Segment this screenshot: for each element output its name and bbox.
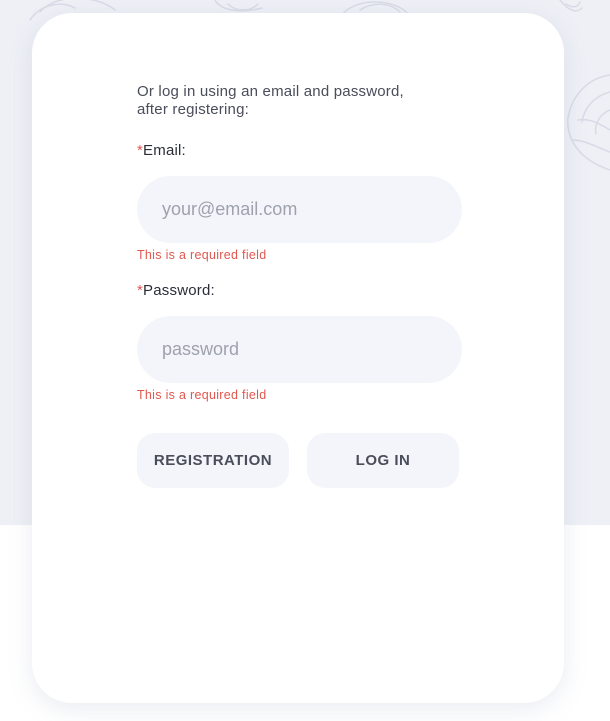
login-card: Or log in using an email and password, a…	[32, 13, 564, 703]
email-error-message: This is a required field	[137, 248, 267, 262]
password-input[interactable]	[137, 316, 462, 383]
password-label-text: Password:	[143, 282, 215, 299]
login-intro-text: Or log in using an email and password, a…	[137, 83, 404, 118]
registration-button[interactable]: REGISTRATION	[137, 433, 289, 488]
password-error-message: This is a required field	[137, 388, 267, 402]
password-label: *Password:	[137, 282, 215, 299]
login-button[interactable]: LOG IN	[307, 433, 459, 488]
email-label: *Email:	[137, 142, 186, 159]
email-label-text: Email:	[143, 142, 186, 159]
login-page: Or log in using an email and password, a…	[0, 0, 610, 721]
email-input[interactable]	[137, 176, 462, 243]
